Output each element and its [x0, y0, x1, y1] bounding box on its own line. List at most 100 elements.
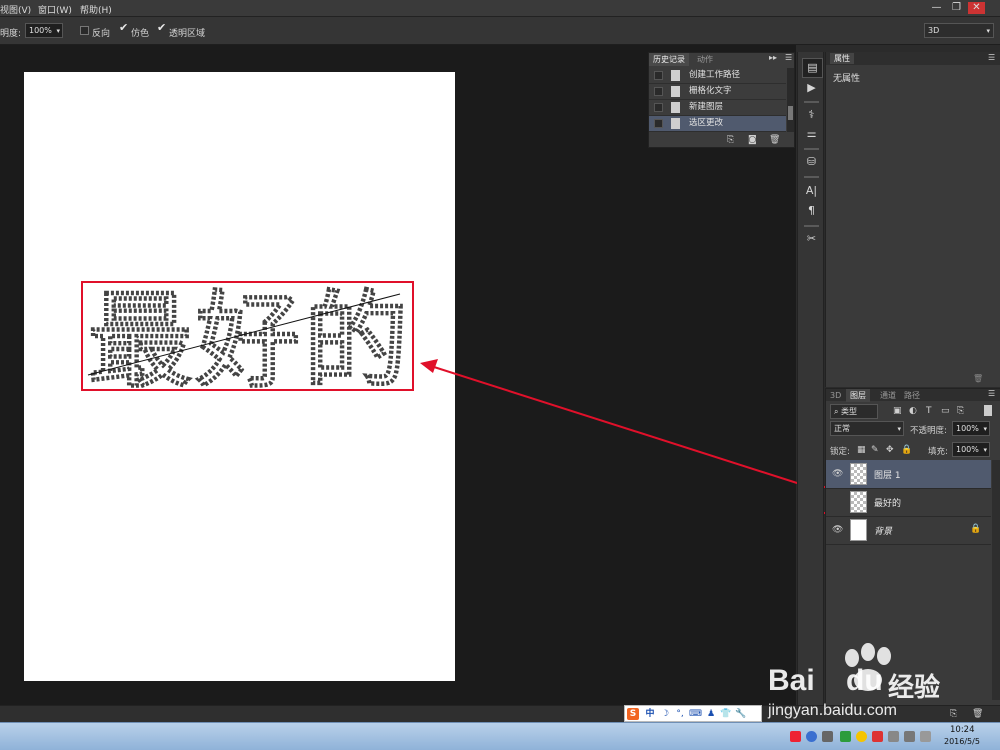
- history-item-selected[interactable]: 选区更改: [649, 116, 786, 132]
- tab-paths[interactable]: 路径: [900, 389, 924, 402]
- history-step-icon: [671, 118, 680, 129]
- filter-toggle[interactable]: [984, 405, 992, 416]
- panel-tool-strip: ▤ ▶ ⚕ ⚌ ⛁ A| ¶ ✂: [797, 52, 824, 705]
- type-filter-icon[interactable]: T: [926, 406, 932, 416]
- trash-icon[interactable]: 🗑: [769, 135, 780, 145]
- watermark-site: 经验: [888, 673, 941, 703]
- history-scrollbar[interactable]: [787, 68, 794, 132]
- lock-brush-icon[interactable]: ✎: [871, 445, 879, 455]
- smart-object-filter-icon[interactable]: ⎘: [957, 406, 964, 416]
- history-panel: 历史记录 动作 ▸▸ ☰ 创建工作路径 栅格化文字 新建图层 选区更改 ⎘ ◙ …: [648, 52, 795, 148]
- skin-icon[interactable]: 👕: [720, 708, 732, 720]
- ime-toolbar: S 中 ☽ °, ⌨ ♟ 👕 🔧: [624, 705, 762, 722]
- collapse-icon[interactable]: ▸▸: [769, 53, 777, 62]
- baidu-watermark: Bai du 经验 jingyan.baidu.com: [760, 640, 1000, 730]
- tool-presets-icon[interactable]: ✂: [802, 230, 821, 248]
- help-tray-icon[interactable]: [806, 731, 817, 742]
- layer-row[interactable]: · 最好的: [826, 488, 991, 517]
- qq-tray-icon[interactable]: [856, 731, 867, 742]
- new-document-icon[interactable]: ⎘: [727, 135, 734, 145]
- lock-all-icon[interactable]: 🔒: [901, 445, 912, 455]
- tool-divider: [804, 176, 819, 178]
- history-item[interactable]: 新建图层: [649, 100, 786, 116]
- snapshot-checkbox[interactable]: [654, 119, 663, 128]
- annotation-arrow-head: [420, 359, 438, 373]
- shape-filter-icon[interactable]: ▭: [941, 406, 950, 416]
- tab-3d[interactable]: 3D: [826, 389, 845, 402]
- volume-icon[interactable]: [904, 731, 915, 742]
- layer-name[interactable]: 最好的: [874, 496, 901, 509]
- eye-icon[interactable]: 👁: [832, 525, 843, 535]
- no-properties-text: 无属性: [833, 74, 861, 84]
- lock-transparency-icon[interactable]: ▦: [857, 445, 866, 455]
- annotation-arrow-line: [433, 366, 823, 492]
- layer-row-selected[interactable]: 👁 图层 1: [826, 460, 991, 489]
- shield-icon[interactable]: [840, 731, 851, 742]
- snapshot-checkbox[interactable]: [654, 87, 663, 96]
- lock-icon: 🔒: [970, 524, 982, 534]
- visibility-toggle[interactable]: ·: [832, 497, 842, 507]
- panel-menu-icon[interactable]: ☰: [988, 53, 995, 62]
- layer-name[interactable]: 图层 1: [874, 468, 901, 481]
- clone-source-icon[interactable]: ⛁: [802, 153, 821, 171]
- layer-filter-select[interactable]: ⌕ 类型: [830, 404, 878, 419]
- panel-menu-icon[interactable]: ☰: [988, 389, 995, 398]
- play-action-icon[interactable]: ▶: [802, 79, 821, 97]
- eye-icon[interactable]: 👁: [832, 469, 843, 479]
- blend-mode-select[interactable]: 正常 ▾: [830, 421, 904, 436]
- fill-value: 100%: [956, 445, 979, 454]
- history-step-icon: [671, 70, 680, 81]
- watermark-brand: Bai: [768, 664, 815, 697]
- sogou-tray-icon[interactable]: [790, 731, 801, 742]
- blend-mode-value: 正常: [834, 424, 850, 433]
- history-step-icon: [671, 102, 680, 113]
- panel-menu-icon[interactable]: ☰: [785, 53, 792, 62]
- search-icon: ⌕: [834, 407, 842, 416]
- paragraph-icon[interactable]: ¶: [802, 202, 821, 220]
- snapshot-checkbox[interactable]: [654, 103, 663, 112]
- properties-header: 属性 ☰: [826, 52, 1000, 65]
- layer-thumbnail: [850, 491, 867, 513]
- tools-icon[interactable]: 🔧: [735, 708, 747, 720]
- opacity-label: 不透明度:: [910, 426, 947, 436]
- properties-title[interactable]: 属性: [830, 53, 854, 64]
- adjustments-icon[interactable]: ⚌: [802, 125, 821, 143]
- lock-move-icon[interactable]: ✥: [886, 445, 894, 455]
- tab-layers[interactable]: 图层: [846, 389, 870, 402]
- punctuation-icon[interactable]: °,: [674, 708, 686, 720]
- pixel-filter-icon[interactable]: ▣: [893, 406, 902, 416]
- voice-icon[interactable]: ♟: [705, 708, 717, 720]
- fill-input[interactable]: 100% ▾: [952, 442, 990, 457]
- tab-history[interactable]: 历史记录: [649, 53, 689, 66]
- tray-icon[interactable]: [822, 731, 833, 742]
- lock-label: 锁定:: [830, 447, 850, 457]
- sogou-logo-icon[interactable]: S: [627, 708, 639, 720]
- snapshot-checkbox[interactable]: [654, 71, 663, 80]
- layer-opacity-input[interactable]: 100% ▾: [952, 421, 990, 436]
- layer-thumbnail: [850, 519, 867, 541]
- camera-icon[interactable]: ◙: [748, 135, 757, 145]
- moon-icon[interactable]: ☽: [659, 708, 671, 720]
- history-panel-icon[interactable]: ▤: [802, 58, 823, 78]
- taskbar-date[interactable]: 2016/5/5: [944, 737, 980, 746]
- history-item-label: 选区更改: [689, 118, 724, 128]
- adjustment-filter-icon[interactable]: ◐: [909, 406, 917, 416]
- history-item[interactable]: 栅格化文字: [649, 84, 786, 100]
- network-icon[interactable]: [888, 731, 899, 742]
- tab-actions[interactable]: 动作: [693, 53, 717, 66]
- language-icon[interactable]: [920, 731, 931, 742]
- chevron-down-icon: ▾: [897, 425, 901, 433]
- keyboard-icon[interactable]: ⌨: [689, 708, 702, 720]
- scroll-thumb[interactable]: [788, 106, 793, 120]
- tray-icon[interactable]: [872, 731, 883, 742]
- filter-label: 类型: [841, 407, 858, 416]
- fill-label: 填充:: [928, 447, 948, 457]
- ime-mode[interactable]: 中: [644, 708, 656, 720]
- trash-icon[interactable]: 🗑: [973, 374, 983, 383]
- layer-name[interactable]: 背景: [874, 524, 892, 537]
- brush-preset-icon[interactable]: ⚕: [802, 106, 821, 124]
- tab-channels[interactable]: 通道: [876, 389, 900, 402]
- character-icon[interactable]: A|: [802, 182, 821, 200]
- history-item[interactable]: 创建工作路径: [649, 68, 786, 84]
- layer-row[interactable]: 👁 背景 🔒: [826, 516, 991, 545]
